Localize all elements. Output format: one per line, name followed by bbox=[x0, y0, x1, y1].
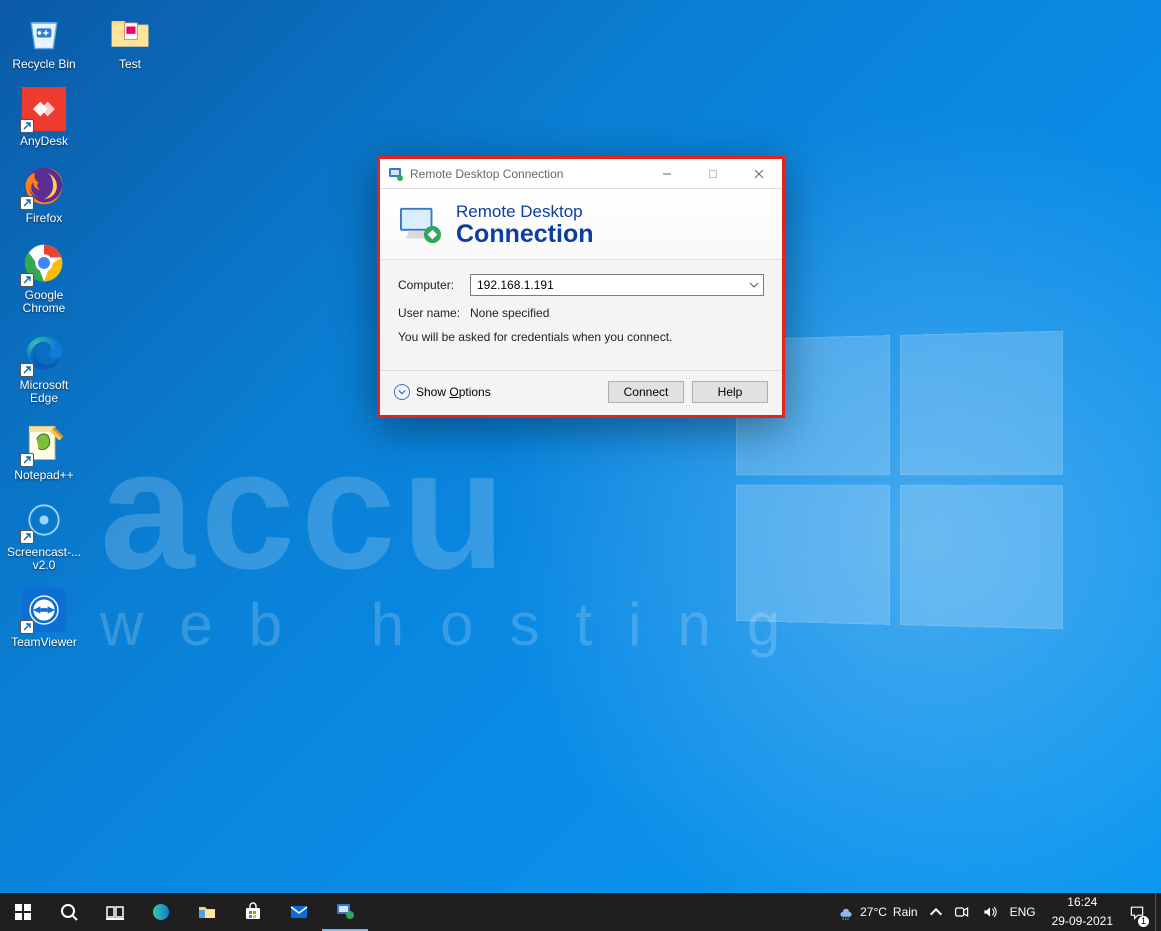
desktop-icon-test-folder[interactable]: Test bbox=[92, 8, 168, 71]
credentials-hint: You will be asked for credentials when y… bbox=[398, 330, 764, 344]
desktop-icon-edge[interactable]: Microsoft Edge bbox=[6, 329, 82, 405]
shortcut-arrow-icon bbox=[20, 620, 34, 634]
tray-meet-now[interactable] bbox=[948, 893, 976, 931]
show-desktop-button[interactable] bbox=[1155, 893, 1161, 931]
window-titlebar[interactable]: Remote Desktop Connection bbox=[380, 159, 782, 189]
taskbar-app-edge[interactable] bbox=[138, 893, 184, 931]
shortcut-arrow-icon bbox=[20, 530, 34, 544]
desktop-icons-col-2: Test bbox=[92, 8, 168, 71]
rdp-body: Computer: User name: None specified You … bbox=[380, 260, 782, 370]
shortcut-arrow-icon bbox=[20, 453, 34, 467]
window-title: Remote Desktop Connection bbox=[410, 167, 644, 181]
rdp-banner-icon bbox=[398, 204, 442, 246]
desktop-icon-chrome[interactable]: Google Chrome bbox=[6, 239, 82, 315]
folder-icon bbox=[106, 8, 154, 56]
video-icon bbox=[954, 904, 970, 920]
weather-temp: 27°C bbox=[860, 905, 887, 919]
taskbar[interactable]: 27°C Rain ENG 16:24 29-09-2021 1 bbox=[0, 893, 1161, 931]
desktop-icon-label: Notepad++ bbox=[14, 469, 73, 482]
edge-icon bbox=[20, 329, 68, 377]
notepadpp-icon bbox=[20, 419, 68, 467]
desktop-icon-label: Microsoft Edge bbox=[20, 379, 69, 405]
rdp-footer: Show Options Connect Help bbox=[380, 370, 782, 415]
system-tray: 27°C Rain ENG 16:24 29-09-2021 1 bbox=[832, 893, 1161, 931]
firefox-icon bbox=[20, 162, 68, 210]
desktop-icon-label: Recycle Bin bbox=[12, 58, 75, 71]
taskbar-app-mail[interactable] bbox=[276, 893, 322, 931]
notification-count: 1 bbox=[1138, 916, 1149, 927]
desktop-icon-screencast[interactable]: Screencast-... v2.0 bbox=[6, 496, 82, 572]
taskbar-app-rdp[interactable] bbox=[322, 893, 368, 931]
rdp-banner-line1: Remote Desktop bbox=[456, 203, 594, 221]
shortcut-arrow-icon bbox=[20, 119, 34, 133]
desktop-icon-notepadpp[interactable]: Notepad++ bbox=[6, 419, 82, 482]
tray-notifications[interactable]: 1 bbox=[1123, 893, 1151, 931]
start-button[interactable] bbox=[0, 893, 46, 931]
speaker-icon bbox=[982, 904, 998, 920]
connect-button[interactable]: Connect bbox=[608, 381, 684, 403]
tray-language[interactable]: ENG bbox=[1004, 893, 1042, 931]
shortcut-arrow-icon bbox=[20, 273, 34, 287]
username-label: User name: bbox=[398, 306, 470, 320]
tray-clock[interactable]: 16:24 29-09-2021 bbox=[1042, 893, 1123, 931]
desktop-icon-label: AnyDesk bbox=[20, 135, 68, 148]
minimize-button[interactable] bbox=[644, 159, 690, 188]
computer-label: Computer: bbox=[398, 278, 470, 292]
desktop-icon-recycle-bin[interactable]: Recycle Bin bbox=[6, 8, 82, 71]
desktop-icon-label: Firefox bbox=[26, 212, 63, 225]
weather-rain-icon bbox=[838, 904, 854, 920]
wallpaper-windows-logo bbox=[736, 331, 1063, 630]
weather-cond: Rain bbox=[893, 905, 918, 919]
recycle-bin-icon bbox=[20, 8, 68, 56]
username-value: None specified bbox=[470, 306, 549, 320]
taskbar-app-store[interactable] bbox=[230, 893, 276, 931]
desktop[interactable]: accu web hosting Recycle Bin bbox=[0, 0, 1161, 893]
desktop-icon-firefox[interactable]: Firefox bbox=[6, 162, 82, 225]
desktop-icon-teamviewer[interactable]: TeamViewer bbox=[6, 586, 82, 649]
taskbar-app-file-explorer[interactable] bbox=[184, 893, 230, 931]
desktop-icon-label: Test bbox=[119, 58, 141, 71]
desktop-icons-col-1: Recycle Bin AnyDesk bbox=[6, 8, 82, 649]
rdp-banner-line2: Connection bbox=[456, 221, 594, 247]
chevron-down-circle-icon bbox=[394, 384, 410, 400]
close-button[interactable] bbox=[736, 159, 782, 188]
chevron-down-icon[interactable] bbox=[745, 275, 763, 295]
computer-combobox[interactable] bbox=[470, 274, 764, 296]
shortcut-arrow-icon bbox=[20, 363, 34, 377]
tray-time: 16:24 bbox=[1067, 896, 1097, 909]
rdp-app-icon bbox=[388, 166, 404, 182]
search-button[interactable] bbox=[46, 893, 92, 931]
help-button[interactable]: Help bbox=[692, 381, 768, 403]
remote-desktop-window: Remote Desktop Connection bbox=[380, 159, 782, 415]
watermark: accu web hosting bbox=[100, 420, 816, 659]
show-options-toggle[interactable]: Show Options bbox=[394, 384, 491, 400]
chrome-icon bbox=[20, 239, 68, 287]
desktop-icon-label: Screencast-... v2.0 bbox=[7, 546, 81, 572]
anydesk-icon bbox=[20, 85, 68, 133]
rdp-window-highlight: Remote Desktop Connection bbox=[377, 156, 785, 418]
tray-volume[interactable] bbox=[976, 893, 1004, 931]
rdp-banner: Remote Desktop Connection bbox=[380, 189, 782, 260]
task-view-button[interactable] bbox=[92, 893, 138, 931]
tray-overflow-button[interactable] bbox=[924, 893, 948, 931]
computer-input[interactable] bbox=[471, 275, 745, 295]
weather-widget[interactable]: 27°C Rain bbox=[832, 893, 924, 931]
shortcut-arrow-icon bbox=[20, 196, 34, 210]
teamviewer-icon bbox=[20, 586, 68, 634]
desktop-icon-label: Google Chrome bbox=[23, 289, 66, 315]
tray-date: 29-09-2021 bbox=[1052, 915, 1113, 928]
maximize-button[interactable] bbox=[690, 159, 736, 188]
desktop-icon-label: TeamViewer bbox=[11, 636, 77, 649]
desktop-icon-anydesk[interactable]: AnyDesk bbox=[6, 85, 82, 148]
screencast-icon bbox=[20, 496, 68, 544]
